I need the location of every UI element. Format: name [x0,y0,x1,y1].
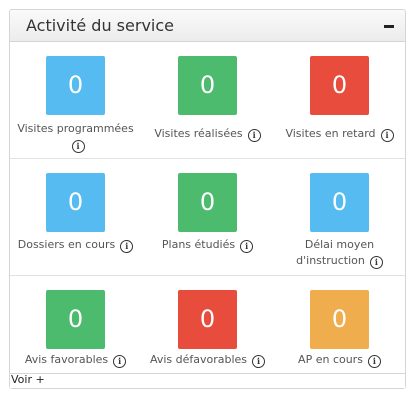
stat-ap-en-cours: 0 AP en cours i [274,276,405,377]
service-activity-panel: Activité du service 0 Visites programmée… [9,9,406,389]
info-icon[interactable]: i [380,129,394,142]
stat-tile[interactable]: 0 [46,173,105,232]
stat-label-text: Dossiers en cours [17,238,116,251]
info-icon[interactable]: i [240,240,254,253]
stat-label-text: d'instruction [296,254,365,267]
stat-tile[interactable]: 0 [46,290,105,349]
stat-label: Visites programmées i [10,121,141,153]
stat-label-text: AP en cours [298,353,363,366]
stat-label-text: Visites en retard [285,127,376,140]
info-icon[interactable]: i [369,256,383,269]
stat-avis-favorables: 0 Avis favorables i [10,276,141,377]
stat-label-text: Visites réalisées [154,127,243,140]
stat-tile[interactable]: 0 [310,290,369,349]
stats-row: 0 Avis favorables i 0 Avis défavorables i … [10,276,405,378]
stat-label: Avis défavorables i [142,352,273,368]
stat-tile[interactable]: 0 [310,56,369,115]
panel-title: Activité du service [26,16,174,35]
stat-label-text: Avis défavorables [149,353,248,366]
stat-label: Avis favorables i [10,352,141,368]
stat-label: Visites en retard i [274,126,405,142]
stat-tile[interactable]: 0 [178,173,237,232]
stat-visites-en-retard: 0 Visites en retard i [274,42,405,158]
stat-label: Visites réalisées i [142,126,273,142]
stat-label: AP en cours i [274,352,405,368]
stat-plans-etudies: 0 Plans étudiés i [142,159,273,275]
voir-plus-link[interactable]: Voir + [11,373,45,386]
info-icon[interactable]: i [247,129,261,142]
info-icon[interactable]: i [113,355,127,368]
info-icon[interactable]: i [120,240,134,253]
stats-row: 0 Dossiers en cours i 0 Plans étudiés i 0 … [10,159,405,276]
panel-header: Activité du service [10,10,405,42]
info-icon[interactable]: i [71,140,85,153]
stat-avis-defavorables: 0 Avis défavorables i [142,276,273,377]
info-icon[interactable]: i [367,355,381,368]
stat-label: Délai moyen d'instruction i [274,237,405,269]
stat-tile[interactable]: 0 [178,56,237,115]
stat-tile[interactable]: 0 [46,56,105,115]
stat-label-text: Délai moyen [304,238,375,251]
info-icon[interactable]: i [252,355,266,368]
stat-tile[interactable]: 0 [310,173,369,232]
stat-visites-realisees: 0 Visites réalisées i [142,42,273,158]
stat-label: Dossiers en cours i [10,237,141,253]
stat-label: Plans étudiés i [142,237,273,253]
stats-row: 0 Visites programmées i 0 Visites réalis… [10,42,405,159]
stat-dossiers-en-cours: 0 Dossiers en cours i [10,159,141,275]
stat-tile[interactable]: 0 [178,290,237,349]
stat-visites-programmees: 0 Visites programmées i [10,42,141,158]
stat-label-text: Visites programmées [17,122,134,135]
panel-footer: Voir + [10,373,405,388]
stat-label-text: Avis favorables [24,353,109,366]
stats-grid: 0 Visites programmées i 0 Visites réalis… [10,42,405,378]
stat-delai-moyen: 0 Délai moyen d'instruction i [274,159,405,275]
minus-icon[interactable] [382,19,396,33]
stat-label-text: Plans étudiés [161,238,236,251]
